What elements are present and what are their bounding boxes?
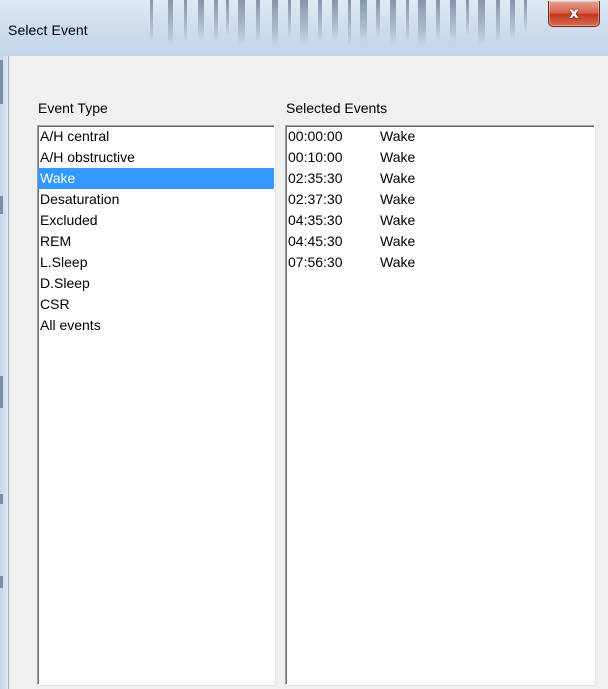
event-type-item[interactable]: CSR: [38, 294, 274, 315]
event-type-item[interactable]: A/H obstructive: [38, 147, 274, 168]
close-icon: x: [569, 4, 579, 22]
event-type-item[interactable]: Desaturation: [38, 189, 274, 210]
window-title: Select Event: [8, 22, 88, 38]
event-time: 02:37:30: [288, 191, 343, 207]
event-type-item[interactable]: D.Sleep: [38, 273, 274, 294]
event-type: Wake: [380, 128, 416, 144]
event-time: 04:45:30: [288, 233, 343, 249]
event-time: 07:56:30: [288, 254, 343, 270]
event-type: Wake: [380, 149, 416, 165]
event-type-list[interactable]: A/H central A/H obstructive Wake Desaturati…: [37, 125, 275, 685]
event-type: Wake: [380, 191, 416, 207]
event-type-item[interactable]: A/H central: [38, 126, 274, 147]
selected-event-row[interactable]: 00:10:00 Wake: [286, 147, 594, 168]
event-time: 00:00:00: [288, 128, 343, 144]
event-type: Wake: [380, 233, 416, 249]
event-time: 00:10:00: [288, 149, 343, 165]
selected-event-row[interactable]: 07:56:30 Wake: [286, 252, 594, 273]
selected-events-label: Selected Events: [286, 100, 388, 116]
selected-event-row[interactable]: 04:35:30 Wake: [286, 210, 594, 231]
selected-event-row[interactable]: 02:37:30 Wake: [286, 189, 594, 210]
event-type-item[interactable]: Wake: [38, 168, 274, 189]
event-type-item[interactable]: Excluded: [38, 210, 274, 231]
event-type-item[interactable]: REM: [38, 231, 274, 252]
window-frame-left: [0, 56, 8, 689]
event-type: Wake: [380, 212, 416, 228]
close-button[interactable]: x: [548, 1, 600, 27]
event-type: Wake: [380, 254, 416, 270]
title-bar[interactable]: Select Event x: [0, 0, 608, 56]
selected-event-row[interactable]: 04:45:30 Wake: [286, 231, 594, 252]
event-time: 04:35:30: [288, 212, 343, 228]
dialog-client-area: Event Type A/H central A/H obstructive Wak…: [9, 56, 608, 689]
event-type-item[interactable]: All events: [38, 315, 274, 336]
selected-event-row[interactable]: 00:00:00 Wake: [286, 126, 594, 147]
select-event-dialog: Select Event x Event Type A/H central A/H…: [0, 0, 608, 689]
selected-event-row[interactable]: 02:35:30 Wake: [286, 168, 594, 189]
selected-events-list[interactable]: 00:00:00 Wake 00:10:00 Wake 02:35:30 Wake 02:3…: [285, 125, 595, 685]
event-type-label: Event Type: [38, 100, 108, 116]
event-time: 02:35:30: [288, 170, 343, 186]
event-type: Wake: [380, 170, 416, 186]
event-type-item[interactable]: L.Sleep: [38, 252, 274, 273]
